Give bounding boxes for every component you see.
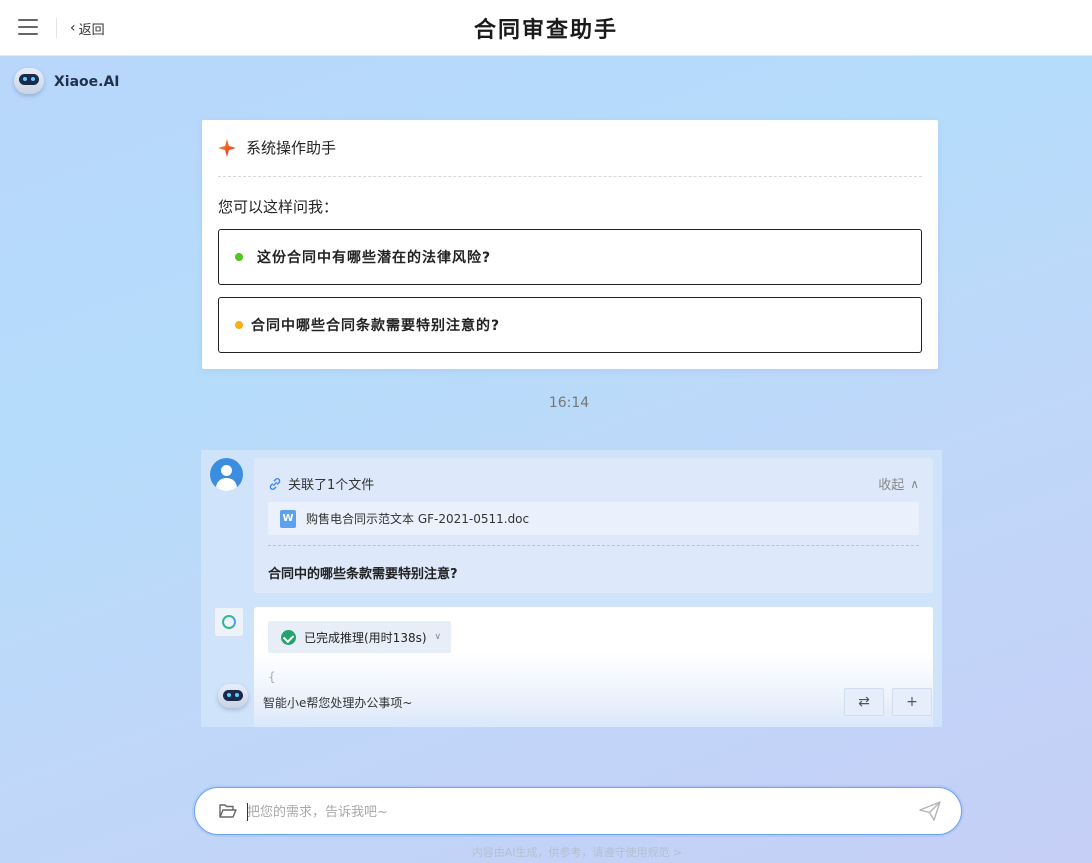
page-title: 合同审查助手 — [473, 18, 618, 43]
swap-button[interactable]: ⇄ — [844, 688, 884, 716]
chevron-down-icon: ∨ — [434, 632, 442, 642]
user-avatar-icon — [210, 458, 243, 491]
message-timestamp: 16:14 — [548, 395, 590, 411]
attachment-header: 关联了1个文件 — [268, 474, 374, 493]
reasoning-label: 已完成推理(用时138s) — [304, 630, 427, 645]
word-doc-icon: W — [280, 509, 296, 528]
orange-dot-icon — [235, 321, 243, 329]
check-circle-icon — [281, 629, 296, 645]
welcome-card: 系统操作助手 您可以这样问我： 这份合同中有哪些潜在的法律风险? 合同中哪些合同… — [202, 120, 938, 369]
message-input[interactable] — [247, 800, 897, 824]
assistant-tagline: 智能小e帮您处理办公事项~ — [263, 696, 413, 710]
top-bar: ‹ 返回 合同审查助手 — [0, 0, 1092, 56]
text-cursor — [247, 803, 248, 821]
user-question: 合同中的哪些条款需要特别注意? — [268, 567, 458, 582]
bubble-divider — [268, 545, 919, 546]
suggestion-text: 合同中哪些合同条款需要特别注意的? — [251, 318, 501, 334]
ai-disclaimer-link[interactable]: 内容由AI生成，供参考，请遵守使用规范 > — [0, 844, 1092, 860]
welcome-header: 系统操作助手 — [218, 137, 336, 158]
send-icon[interactable] — [919, 801, 941, 821]
attached-file[interactable]: W 购售电合同示范文本 GF-2021-0511.doc — [268, 502, 919, 535]
brand: Xiaoe.AI — [12, 66, 120, 98]
message-input-bar — [194, 787, 962, 835]
welcome-title: 系统操作助手 — [246, 139, 337, 157]
add-button[interactable]: + — [892, 688, 932, 716]
suggestion-text: 这份合同中有哪些潜在的法律风险? — [257, 250, 492, 266]
assistant-avatar-icon — [214, 607, 244, 637]
user-message-bubble: 关联了1个文件 收起 ∧ W 购售电合同示范文本 GF-2021-0511.do… — [254, 458, 933, 593]
welcome-divider — [218, 176, 922, 177]
assistant-content-preview: { — [268, 670, 276, 684]
suggestion-button[interactable]: 这份合同中有哪些潜在的法律风险? — [218, 229, 922, 285]
link-icon — [269, 477, 281, 490]
sparkle-icon — [218, 138, 236, 157]
collapse-button[interactable]: 收起 ∧ — [878, 474, 919, 494]
brand-name: Xiaoe.AI — [54, 74, 120, 90]
chevron-up-icon: ∧ — [910, 476, 919, 491]
green-dot-icon — [235, 253, 243, 261]
reasoning-toggle[interactable]: 已完成推理(用时138s) ∨ — [268, 621, 451, 653]
attachment-header-label: 关联了1个文件 — [288, 478, 375, 493]
suggestion-button[interactable]: 合同中哪些合同条款需要特别注意的? — [218, 297, 922, 353]
folder-open-icon[interactable] — [219, 803, 237, 819]
robot-logo-icon — [12, 66, 46, 98]
collapse-label: 收起 — [878, 478, 905, 493]
welcome-subtitle: 您可以这样问我： — [218, 198, 339, 216]
file-name: 购售电合同示范文本 GF-2021-0511.doc — [306, 512, 530, 526]
robot-mascot-icon — [217, 683, 251, 715]
chat-panel: 关联了1个文件 收起 ∧ W 购售电合同示范文本 GF-2021-0511.do… — [201, 450, 942, 727]
